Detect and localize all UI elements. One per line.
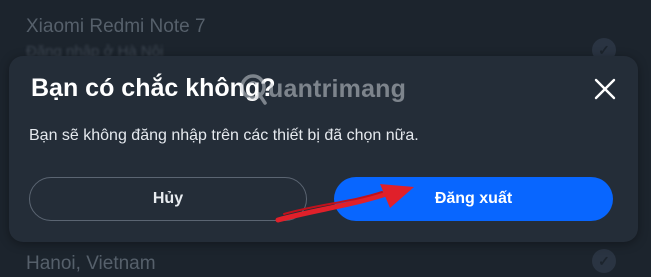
cancel-button[interactable]: Hủy xyxy=(29,177,307,221)
logout-button[interactable]: Đăng xuất xyxy=(334,177,613,221)
close-button[interactable] xyxy=(592,76,618,102)
check-circle-icon: ✓ xyxy=(592,249,616,273)
background-device-name: Xiaomi Redmi Note 7 xyxy=(26,16,206,37)
confirm-logout-dialog: Bạn có chắc không? Bạn sẽ không đăng nhậ… xyxy=(9,56,638,242)
background-location: Hanoi, Vietnam xyxy=(26,253,156,274)
screen: Xiaomi Redmi Note 7 Đăng nhập ở Hà Nội ✓… xyxy=(0,0,651,277)
close-icon xyxy=(594,78,616,100)
dialog-title: Bạn có chắc không? xyxy=(31,74,276,102)
dialog-message: Bạn sẽ không đăng nhập trên các thiết bị… xyxy=(29,127,419,144)
